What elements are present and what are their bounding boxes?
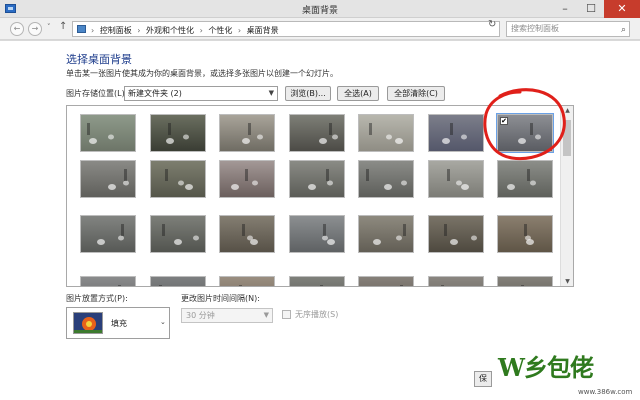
thumbnail[interactable] — [497, 160, 553, 198]
back-arrow-icon[interactable]: ← — [10, 22, 24, 36]
thumbnail[interactable] — [80, 276, 136, 286]
scroll-down-arrow-icon[interactable]: ▼ — [561, 278, 573, 285]
dropdown-arrow-icon: ▼ — [268, 89, 274, 97]
maximize-button[interactable]: ☐ — [578, 0, 604, 18]
scrollbar-thumb[interactable] — [563, 120, 571, 156]
fill-preview-image — [73, 312, 103, 334]
refresh-icon[interactable]: ↻ — [488, 19, 496, 30]
thumbnail-selected[interactable]: ✔ — [496, 113, 554, 153]
thumbnail[interactable] — [428, 114, 484, 152]
breadcrumb: › 控制面板 › 外观和个性化 › 个性化 › 桌面背景 — [91, 25, 282, 36]
search-input[interactable]: 搜索控制面板 ⌕ — [506, 21, 630, 37]
address-bar[interactable]: › 控制面板 › 外观和个性化 › 个性化 › 桌面背景 ˅ — [72, 21, 553, 37]
breadcrumb-personalization[interactable]: 个性化 — [208, 26, 232, 35]
thumbnail[interactable] — [428, 215, 484, 253]
thumbnail-grid: ✔ — [67, 106, 560, 286]
picture-position-value: 填充 — [111, 319, 127, 328]
title-bar: 桌面背景 – ☐ ✕ — [0, 0, 640, 18]
forward-arrow-icon[interactable]: → — [28, 22, 42, 36]
thumbnail[interactable] — [150, 276, 206, 286]
change-interval-select[interactable]: 30 分钟 ▼ — [181, 308, 273, 323]
thumbnail[interactable] — [150, 160, 206, 198]
shuffle-label: 无序播放(S) — [295, 310, 339, 319]
thumbnail[interactable] — [150, 215, 206, 253]
change-interval-value: 30 分钟 — [186, 311, 215, 320]
thumbnail[interactable] — [219, 114, 275, 152]
page-description: 单击某一张图片使其成为你的桌面背景，或选择多张图片以创建一个幻灯片。 — [66, 69, 338, 78]
chevron-down-icon: ⌄ — [160, 318, 166, 326]
thumbnail[interactable] — [358, 215, 414, 253]
change-interval-label: 更改图片时间间隔(N): — [181, 294, 260, 303]
close-button[interactable]: ✕ — [604, 0, 640, 18]
breadcrumb-control-panel[interactable]: 控制面板 — [100, 26, 132, 35]
select-all-button[interactable]: 全选(A) — [337, 86, 379, 101]
control-panel-icon — [77, 25, 86, 33]
picture-location-select[interactable]: 新建文件夹 (2) ▼ — [124, 86, 278, 101]
dropdown-arrow-icon: ▼ — [263, 311, 269, 319]
address-toolbar: ← → ˅ ↑ › 控制面板 › 外观和个性化 › 个性化 › 桌面背景 ˅ ↻… — [0, 18, 640, 40]
picture-position-select[interactable]: 填充 ⌄ — [66, 307, 170, 339]
search-icon[interactable]: ⌕ — [621, 23, 626, 37]
picture-position-label: 图片放置方式(P): — [66, 294, 128, 303]
clear-all-button[interactable]: 全部清除(C) — [387, 86, 445, 101]
picture-location-value: 新建文件夹 (2) — [128, 89, 182, 98]
thumbnail[interactable] — [219, 276, 275, 286]
window-title: 桌面背景 — [301, 6, 338, 16]
thumbnail[interactable] — [80, 114, 136, 152]
main-content: 选择桌面背景 单击某一张图片使其成为你的桌面背景，或选择多张图片以创建一个幻灯片… — [0, 41, 640, 400]
breadcrumb-separator: › — [237, 26, 242, 35]
thumbnail[interactable] — [289, 114, 345, 152]
breadcrumb-separator: › — [199, 26, 203, 35]
thumbnail[interactable] — [358, 276, 414, 286]
thumbnail[interactable] — [289, 276, 345, 286]
thumbnail[interactable] — [289, 215, 345, 253]
save-changes-button[interactable]: 保 — [474, 371, 492, 387]
thumbnail[interactable] — [428, 160, 484, 198]
thumbnail[interactable] — [497, 215, 553, 253]
breadcrumb-separator: › — [137, 26, 141, 35]
thumbnail[interactable] — [80, 215, 136, 253]
picture-gallery: ✔ ▲ ▼ — [66, 105, 574, 287]
thumbnail[interactable] — [358, 114, 414, 152]
search-placeholder: 搜索控制面板 — [511, 24, 559, 33]
picture-location-label: 图片存储位置(L): — [66, 89, 128, 98]
thumbnail[interactable] — [428, 276, 484, 286]
thumbnail[interactable] — [219, 160, 275, 198]
thumbnail[interactable] — [289, 160, 345, 198]
breadcrumb-appearance[interactable]: 外观和个性化 — [146, 26, 194, 35]
recent-locations-chevron-icon[interactable]: ˅ — [47, 23, 51, 31]
thumbnail[interactable] — [80, 160, 136, 198]
vertical-scrollbar[interactable]: ▲ ▼ — [560, 106, 573, 286]
minimize-button[interactable]: – — [552, 0, 578, 18]
page-title: 选择桌面背景 — [66, 53, 132, 66]
shuffle-checkbox[interactable] — [282, 310, 291, 319]
breadcrumb-separator: › — [91, 26, 95, 35]
thumbnail[interactable] — [358, 160, 414, 198]
breadcrumb-desktop-background[interactable]: 桌面背景 — [247, 26, 279, 35]
up-arrow-icon[interactable]: ↑ — [59, 21, 67, 32]
thumbnail[interactable] — [219, 215, 275, 253]
scroll-up-arrow-icon[interactable]: ▲ — [561, 107, 573, 114]
browse-button[interactable]: 浏览(B)... — [285, 86, 331, 101]
thumbnail[interactable] — [497, 276, 553, 286]
thumbnail[interactable] — [150, 114, 206, 152]
thumbnail-checkbox[interactable]: ✔ — [500, 117, 508, 125]
